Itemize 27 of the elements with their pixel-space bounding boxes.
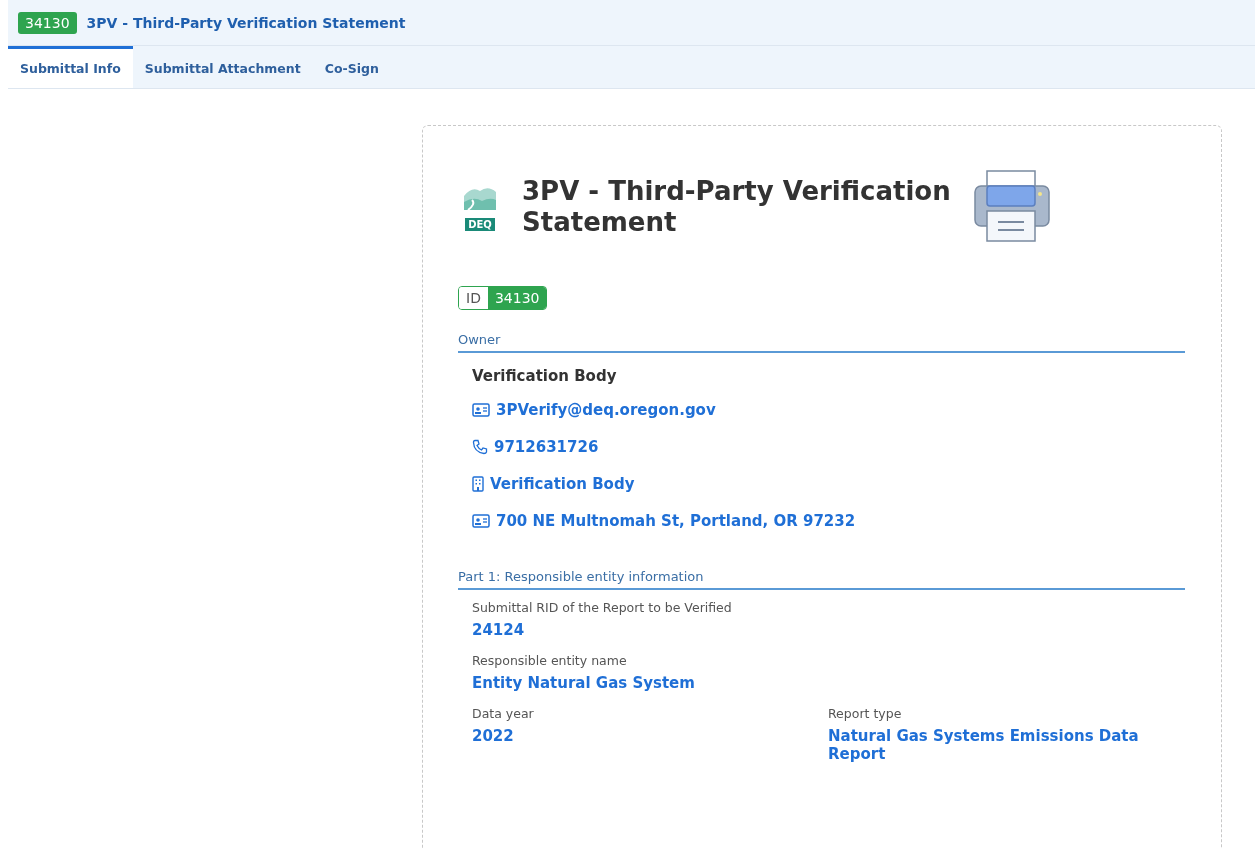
document-title: 3PV - Third-Party Verification Statement [522,176,952,239]
contact-link[interactable]: 700 NE Multnomah St, Portland, OR 97232 [496,511,856,530]
field-label: Data year [472,706,535,721]
contact-card-icon [472,402,490,417]
record-id-badge: 34130 [18,11,77,34]
field-label: Responsible entity name [472,653,628,668]
field-value: Natural Gas Systems Emissions Data Report [828,727,1140,763]
building-icon [472,475,484,492]
id-value: 34130 [487,287,547,309]
contact-link[interactable]: 9712631726 [494,437,599,456]
tab[interactable]: Submittal Info [8,46,133,88]
logo-text: DEQ [465,218,495,231]
contact-link[interactable]: Verification Body [490,474,635,493]
contact-card-icon [472,513,490,528]
field-value: 2022 [472,727,515,745]
field-label: Submittal RID of the Report to be Verified [472,600,733,615]
section-heading: Part 1: Responsible entity information [458,569,1185,590]
page-title: 3PV - Third-Party Verification Statement [86,14,406,31]
section-heading: Owner [458,332,1185,353]
contact-link[interactable]: 3PVerify@deq.oregon.gov [496,400,716,419]
field-label: Report type [828,706,903,721]
tab[interactable]: Submittal Attachment [132,46,313,88]
tab[interactable]: Co-Sign [312,46,391,88]
field-value: 24124 [472,621,526,639]
field-value: Entity Natural Gas System [472,674,696,692]
owner-name: Verification Body [472,367,618,385]
phone-icon [472,438,488,455]
